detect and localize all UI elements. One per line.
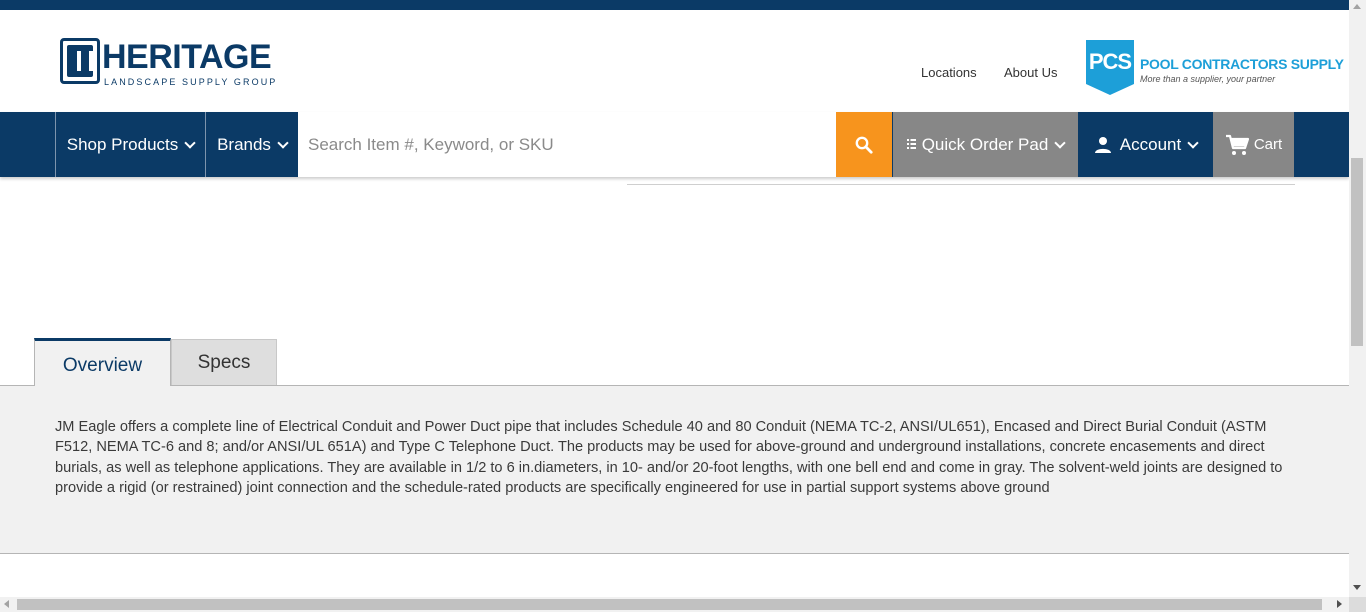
main-nav: Shop Products Brands Quick Order Pad Acc… <box>0 112 1349 177</box>
quick-order-label: Quick Order Pad <box>921 134 1049 154</box>
pcs-badge-icon: PCS <box>1086 40 1134 95</box>
about-us-link[interactable]: About Us <box>1004 65 1057 80</box>
account-label: Account <box>1119 134 1182 154</box>
pcs-badge-text: PCS <box>1088 49 1132 74</box>
horizontal-scroll-thumb[interactable] <box>17 599 1322 610</box>
tab-overview-label: Overview <box>62 355 143 376</box>
search-icon <box>855 136 873 154</box>
pcs-tagline: More than a supplier, your partner <box>1140 74 1276 84</box>
chevron-down-icon <box>184 136 196 149</box>
scroll-left-arrow-icon[interactable] <box>4 600 9 608</box>
cart-label: Cart <box>1253 136 1283 153</box>
tab-specs[interactable]: Specs <box>171 339 277 385</box>
divider <box>627 184 1295 185</box>
cart-icon <box>1225 134 1249 155</box>
quick-order-icon <box>906 138 916 149</box>
logo-subtitle: LANDSCAPE SUPPLY GROUP <box>104 77 278 87</box>
tab-overview[interactable]: Overview <box>34 338 171 387</box>
pcs-title: POOL CONTRACTORS SUPPLY <box>1140 56 1344 72</box>
tab-specs-label: Specs <box>197 351 251 373</box>
brands-menu[interactable]: Brands <box>205 112 298 177</box>
shop-products-label: Shop Products <box>66 134 179 154</box>
scroll-up-arrow-icon[interactable] <box>1353 4 1361 9</box>
scroll-right-arrow-icon[interactable] <box>1337 600 1342 608</box>
overview-panel: JM Eagle offers a complete line of Elect… <box>0 386 1349 554</box>
account-menu[interactable]: Account <box>1079 112 1212 177</box>
top-stripe <box>0 0 1349 10</box>
chevron-down-icon <box>277 136 289 149</box>
horizontal-scrollbar[interactable] <box>0 597 1349 612</box>
overview-description: JM Eagle offers a complete line of Elect… <box>55 419 1283 497</box>
scroll-down-arrow-icon[interactable] <box>1353 585 1361 590</box>
shop-products-menu[interactable]: Shop Products <box>55 112 205 177</box>
logo-name: HERITAGE <box>102 38 272 76</box>
heritage-logo[interactable]: HERITAGE LANDSCAPE SUPPLY GROUP <box>60 38 292 96</box>
chevron-down-icon <box>1187 136 1199 149</box>
search-button[interactable] <box>836 112 892 177</box>
pcs-logo[interactable]: PCS POOL CONTRACTORS SUPPLY More than a … <box>1086 40 1344 96</box>
quick-order-pad-menu[interactable]: Quick Order Pad <box>893 112 1078 177</box>
site-header: HERITAGE LANDSCAPE SUPPLY GROUP Location… <box>0 10 1349 111</box>
scrollbar-corner <box>1349 597 1366 612</box>
brands-label: Brands <box>217 134 271 154</box>
vertical-scroll-thumb[interactable] <box>1351 158 1363 346</box>
cart-button[interactable]: Cart <box>1213 112 1294 177</box>
heritage-logo-icon <box>60 38 100 84</box>
user-icon <box>1094 136 1111 153</box>
locations-link[interactable]: Locations <box>921 65 977 80</box>
chevron-down-icon <box>1054 136 1066 149</box>
search-input[interactable] <box>298 112 836 177</box>
vertical-scrollbar[interactable] <box>1349 0 1366 597</box>
